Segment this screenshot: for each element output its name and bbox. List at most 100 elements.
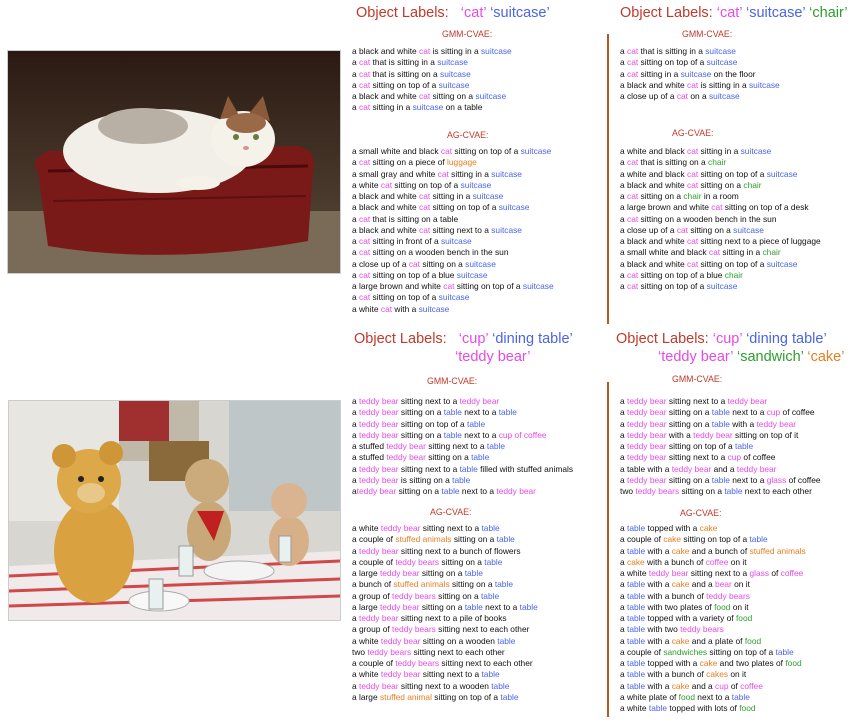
object-word: cat <box>419 202 431 213</box>
object-word: stuffed animals <box>393 579 450 590</box>
object-word: cake <box>671 635 690 646</box>
object-word: cat <box>380 179 393 190</box>
caption-line: a large stuffed animal sitting on top of… <box>352 692 538 703</box>
caption-text: a <box>352 269 359 280</box>
caption-line: a close up of a cat sitting on a suitcas… <box>620 225 821 236</box>
object-word: suitcase <box>520 146 552 156</box>
object-word: table <box>481 669 500 680</box>
object-word: cat <box>443 281 455 291</box>
caption-line: a white table topped with lots of food <box>620 703 806 714</box>
caption-text: a <box>620 523 627 533</box>
object-word: table <box>735 441 754 451</box>
caption-text: a <box>352 463 359 474</box>
caption-text: a <box>620 213 627 224</box>
object-word: cat <box>380 303 393 314</box>
caption-text: and two plates of <box>717 658 786 668</box>
object-word: coffee <box>740 680 763 691</box>
object-word: table <box>464 568 483 578</box>
caption-text: sitting on a <box>666 418 712 429</box>
caption-text: sitting on top of a <box>430 202 499 213</box>
caption-text: a <box>352 474 359 485</box>
caption-text: sitting on top of a <box>638 281 707 291</box>
caption-text: a <box>352 213 359 224</box>
caption-line: a teddy bear sitting next to a teddy bea… <box>620 396 821 407</box>
object-word: table <box>452 474 471 485</box>
object-word: cat <box>687 79 699 90</box>
caption-line: a table with a teddy bear and a teddy be… <box>620 464 821 475</box>
object-word: table <box>627 680 646 691</box>
caption-text: a black and white <box>352 191 420 201</box>
caption-text: a white <box>620 703 649 713</box>
object-word: table <box>627 613 646 623</box>
object-word: cat <box>627 213 639 224</box>
caption-text: is sitting on a <box>398 474 453 485</box>
panel-2-ag-list: a white and black cat sitting in a suitc… <box>620 146 821 292</box>
caption-line: a group of teddy bears sitting on a tabl… <box>352 591 538 602</box>
object-word: suitcase <box>480 46 512 56</box>
caption-line: a black and white cat sitting in a suitc… <box>352 191 554 202</box>
object-word: teddy bear <box>386 441 426 451</box>
caption-text: with a <box>645 635 672 646</box>
caption-text: next to a <box>729 474 767 485</box>
object-word: table <box>627 635 646 646</box>
object-word: teddy bear <box>380 635 421 646</box>
object-word: stuffed animals <box>749 545 806 556</box>
caption-text: sitting on a <box>666 474 712 485</box>
caption-text: two <box>620 486 636 496</box>
caption-text: in a room <box>701 191 739 201</box>
label-dining-table: ‘dining table’ <box>746 331 827 347</box>
caption-text: sitting on top of a <box>370 292 439 303</box>
object-word: table <box>494 579 513 590</box>
caption-text: a white <box>352 523 381 533</box>
caption-line: a cat sitting on a wooden bench in the s… <box>352 247 554 258</box>
object-word: suitcase <box>491 168 522 179</box>
caption-line: a teddy bear sitting next to a teddy bea… <box>352 396 573 407</box>
caption-text: a stuffed <box>352 441 387 451</box>
caption-text: sitting on a <box>451 534 497 545</box>
caption-line: a table with a cake and a bunch of stuff… <box>620 546 806 557</box>
object-word: teddy bear <box>359 474 399 485</box>
caption-text: sitting on top of a <box>681 534 750 545</box>
caption-text: sitting on top of a blue <box>370 269 457 280</box>
caption-text: a <box>620 474 627 485</box>
caption-text: sitting on top of a <box>454 281 523 291</box>
caption-line: a cake with a bunch of coffee on it <box>620 557 806 568</box>
object-word: cat <box>359 68 371 79</box>
object-word: teddy bear <box>459 396 500 406</box>
caption-line: a group of teddy bears sitting next to e… <box>352 624 538 635</box>
object-word: table <box>496 534 515 545</box>
caption-line: a black and white cat is sitting in a su… <box>620 80 780 91</box>
object-word: food <box>744 635 762 646</box>
caption-text: a <box>620 680 627 691</box>
caption-text: a <box>620 452 627 463</box>
panel-2-gmm-heading: GMM-CVAE: <box>682 29 733 39</box>
caption-text: sitting on a <box>420 258 466 269</box>
object-word: cat <box>359 213 371 224</box>
caption-text: on a table <box>443 102 483 113</box>
object-word: food <box>785 658 802 668</box>
caption-text: with a <box>392 303 419 314</box>
caption-text: topped with a <box>645 658 700 668</box>
object-word: teddy bear <box>736 463 777 474</box>
object-word: cat <box>359 269 371 280</box>
object-word: cat <box>359 57 371 68</box>
caption-text: a <box>620 601 627 612</box>
object-word: teddy bear <box>380 669 421 680</box>
object-word: teddy bears <box>395 658 440 668</box>
caption-text: a black and white <box>620 258 688 269</box>
caption-text: sitting in a <box>430 191 473 201</box>
object-word: suitcase <box>475 91 507 101</box>
caption-text: sitting on a <box>425 452 472 463</box>
caption-text: a <box>352 429 359 440</box>
object-word: cat <box>711 202 723 213</box>
caption-text: sitting on top of a <box>392 179 461 190</box>
caption-line: a cat sitting in a suitcase on a table <box>352 102 512 113</box>
object-word: teddy bear <box>496 486 536 496</box>
caption-text: sitting on a <box>435 590 481 601</box>
object-word: teddy bear <box>627 452 667 463</box>
caption-line: a cat that is sitting in a suitcase <box>352 57 512 68</box>
caption-line: a large teddy bear sitting on a table <box>352 568 538 579</box>
object-word: suitcase <box>498 202 530 213</box>
caption-text: a <box>352 79 359 90</box>
object-word: cat <box>419 224 431 235</box>
